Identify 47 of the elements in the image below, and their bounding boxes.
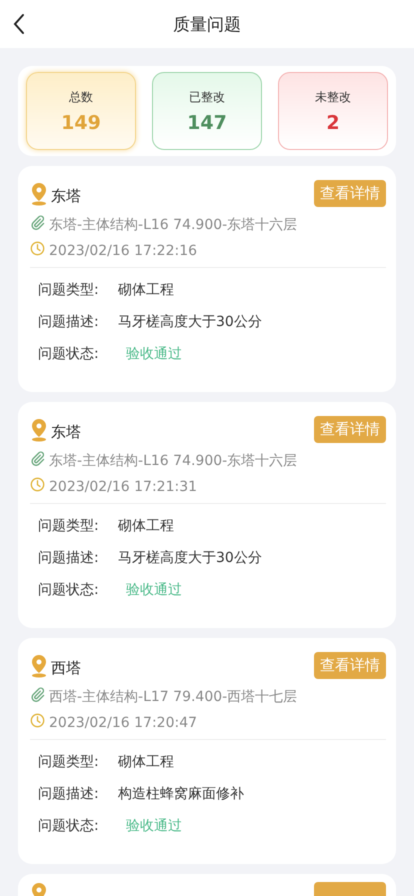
paperclip-icon [30,686,45,702]
clock-icon [30,712,45,728]
field-value: 砌体工程 [118,753,174,771]
paperclip-icon [30,214,45,230]
field-label: 问题状态: [38,581,100,599]
field-value: 马牙槎高度大于30公分 [118,313,262,331]
location-pin-icon [30,654,48,678]
status-value: 验收通过 [125,345,182,363]
field-label: 问题状态: [38,817,100,835]
status-value: 验收通过 [125,581,182,599]
field-value: 马牙槎高度大于30公分 [118,549,262,567]
field-label: 问题类型: [38,517,100,535]
location-name: 东塔 [51,187,81,206]
location-pin-icon [30,182,48,206]
location-name: 西塔 [51,659,81,678]
field-value: 砌体工程 [118,517,174,535]
field-label: 问题状态: [38,345,100,363]
tile-count: 2 [326,112,340,134]
location-path: 西塔-主体结构-L17 79.400-西塔十七层 [49,688,298,706]
location-name: 东塔 [51,423,81,442]
location-path: 东塔-主体结构-L16 74.900-东塔十六层 [49,452,298,470]
location-pin-icon [30,418,48,442]
field-value: 构造柱蜂窝麻面修补 [118,785,244,803]
timestamp: 2023/02/16 17:21:31 [49,479,198,495]
details-button[interactable]: 查看详情 [314,180,386,207]
timestamp: 2023/02/16 17:22:16 [49,243,198,259]
clock-icon [30,476,45,492]
back-icon[interactable] [12,13,26,35]
tile-count: 147 [187,112,227,134]
paperclip-icon [30,450,45,466]
field-label: 问题描述: [38,785,100,803]
location-path: 东塔-主体结构-L16 74.900-东塔十六层 [49,216,298,234]
status-value: 验收通过 [125,817,182,835]
timestamp: 2023/02/16 17:20:47 [49,715,198,731]
field-label: 问题类型: [38,281,100,299]
details-button[interactable]: 查看详情 [314,652,386,679]
clock-icon [30,240,45,256]
tile-label: 未整改 [315,88,351,106]
field-label: 问题描述: [38,313,100,331]
field-value: 砌体工程 [118,281,174,299]
details-button[interactable]: 查看详情 [314,416,386,443]
tile-count: 149 [61,112,101,134]
tile-label: 已整改 [189,88,225,106]
field-label: 问题描述: [38,549,100,567]
page-title: 质量问题 [173,14,241,36]
field-label: 问题类型: [38,753,100,771]
tile-label: 总数 [69,88,93,106]
